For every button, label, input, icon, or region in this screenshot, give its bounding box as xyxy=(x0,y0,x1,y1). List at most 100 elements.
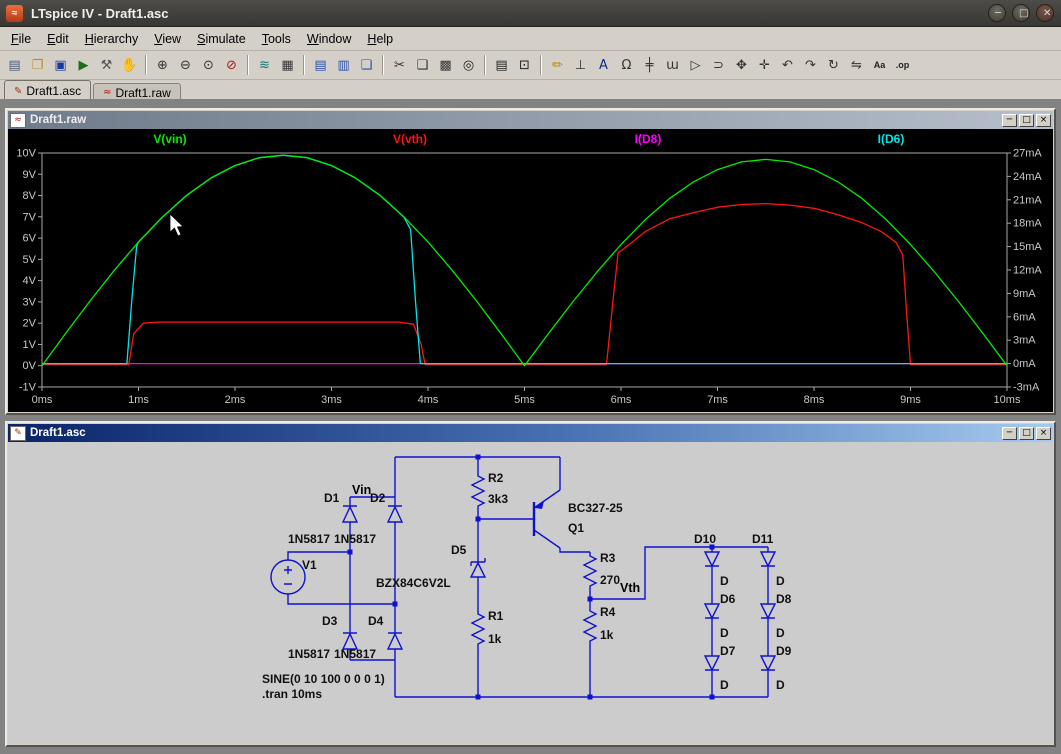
tile-vertical-icon: ▥ xyxy=(337,58,349,73)
resistor-R1[interactable] xyxy=(472,610,484,648)
x-label: 9ms xyxy=(900,394,921,406)
maximize-icon[interactable]: □ xyxy=(1019,427,1034,440)
capacitor-button[interactable]: ╪ xyxy=(638,54,661,76)
save-button[interactable]: ▣ xyxy=(49,54,72,76)
menu-hierarchy[interactable]: Hierarchy xyxy=(77,29,147,49)
resistor-R4[interactable] xyxy=(584,607,596,645)
close-icon[interactable]: × xyxy=(1036,427,1051,440)
mirror-button[interactable]: ⇋ xyxy=(845,54,868,76)
tile-horizontal-button[interactable]: ▤ xyxy=(309,54,332,76)
spice-directive-button[interactable]: .op xyxy=(891,54,914,76)
y-left-label: 0V xyxy=(23,360,37,372)
capacitor-icon: ╪ xyxy=(646,58,654,73)
print-preview-button[interactable]: ⊡ xyxy=(513,54,536,76)
menu-simulate[interactable]: Simulate xyxy=(189,29,254,49)
spectrum-button[interactable]: ≋ xyxy=(253,54,276,76)
diode-button[interactable]: ▷ xyxy=(684,54,707,76)
plot-canvas[interactable]: V(vin)V(vth)I(D8)I(D6)10V9V8V7V6V5V4V3V2… xyxy=(8,129,1053,412)
resistor-button[interactable]: Ω xyxy=(615,54,638,76)
print-preview-icon: ⊡ xyxy=(519,58,530,73)
move-button[interactable]: ✥ xyxy=(730,54,753,76)
resistor-R3[interactable] xyxy=(584,552,596,590)
component-label: D5 xyxy=(451,543,467,557)
y-left-label: 6V xyxy=(23,233,37,245)
menu-file[interactable]: File xyxy=(3,29,39,49)
inductor-button[interactable]: ɯ xyxy=(661,54,684,76)
component-label: D9 xyxy=(776,644,792,658)
close-icon[interactable]: ✕ xyxy=(1036,4,1054,22)
y-left-label: 4V xyxy=(23,275,37,287)
run-button[interactable]: ▶ xyxy=(72,54,95,76)
menu-tools[interactable]: Tools xyxy=(254,29,299,49)
component-icon: ⊃ xyxy=(713,58,724,73)
find-icon: ◎ xyxy=(463,58,474,73)
rotate-button[interactable]: ↻ xyxy=(822,54,845,76)
waveform-plot[interactable]: V(vin)V(vth)I(D8)I(D6)10V9V8V7V6V5V4V3V2… xyxy=(8,129,1053,412)
schematic-window-titlebar[interactable]: ✎ Draft1.asc ─ □ × xyxy=(8,424,1053,442)
halt-icon: ✋ xyxy=(121,58,137,73)
trace-name-label: I(D8) xyxy=(635,132,662,146)
plot-window-titlebar[interactable]: ≈ Draft1.raw ─ □ × xyxy=(8,111,1053,129)
menu-edit[interactable]: Edit xyxy=(39,29,77,49)
new-schematic-button[interactable]: ▤ xyxy=(3,54,26,76)
menu-window[interactable]: Window xyxy=(299,29,359,49)
plot-box xyxy=(42,153,1007,387)
component-label: R4 xyxy=(600,605,616,619)
schematic-editor[interactable]: V1 D1 D2 Vin 1N5817 1N5817 D3 D4 1N5817 … xyxy=(8,442,1053,744)
toolbar-separator xyxy=(382,55,384,75)
zoom-fit-button[interactable]: ⊙ xyxy=(197,54,220,76)
tab-draft1-asc[interactable]: ✎ Draft1.asc xyxy=(4,80,91,101)
component-button[interactable]: ⊃ xyxy=(707,54,730,76)
y-left-label: 8V xyxy=(23,190,37,202)
redo-button[interactable]: ↷ xyxy=(799,54,822,76)
minimize-icon[interactable]: ─ xyxy=(1002,427,1017,440)
control-panel-button[interactable]: ⚒ xyxy=(95,54,118,76)
net-label-button[interactable]: A xyxy=(592,54,615,76)
grid-button[interactable]: ▦ xyxy=(276,54,299,76)
cut-button[interactable]: ✂ xyxy=(388,54,411,76)
maximize-icon[interactable]: □ xyxy=(1019,114,1034,127)
trace-V(vin) xyxy=(42,155,1007,366)
paste-button[interactable]: ▩ xyxy=(434,54,457,76)
wire-button[interactable]: ✏ xyxy=(546,54,569,76)
menu-help[interactable]: Help xyxy=(359,29,401,49)
halt-button[interactable]: ✋ xyxy=(118,54,141,76)
component-label: D6 xyxy=(720,592,736,606)
component-label: V1 xyxy=(302,558,317,572)
copy-icon: ❑ xyxy=(417,58,429,73)
redo-icon: ↷ xyxy=(805,58,816,73)
cascade-button[interactable]: ❏ xyxy=(355,54,378,76)
find-button[interactable]: ◎ xyxy=(457,54,480,76)
zoom-area-button[interactable]: ⊕ xyxy=(151,54,174,76)
plot-window-title: Draft1.raw xyxy=(30,114,86,126)
open-button[interactable]: ❐ xyxy=(26,54,49,76)
voltage-source-V1[interactable] xyxy=(271,560,305,594)
copy-button[interactable]: ❑ xyxy=(411,54,434,76)
resistor-R2[interactable] xyxy=(472,472,484,510)
diode-D4[interactable] xyxy=(388,633,402,649)
ground-button[interactable]: ⊥ xyxy=(569,54,592,76)
tile-vertical-button[interactable]: ▥ xyxy=(332,54,355,76)
text-icon: Aa xyxy=(874,60,886,70)
toolbar-group: ≋▦ xyxy=(253,54,299,76)
text-button[interactable]: Aa xyxy=(868,54,891,76)
close-icon[interactable]: × xyxy=(1036,114,1051,127)
diode-D2[interactable] xyxy=(388,506,402,522)
window-titlebar[interactable]: ≈ LTspice IV - Draft1.asc ─ □ ✕ xyxy=(0,0,1061,27)
drag-button[interactable]: ✛ xyxy=(753,54,776,76)
diode-D1[interactable] xyxy=(343,506,357,522)
transistor-Q1[interactable] xyxy=(534,490,560,548)
minimize-icon[interactable]: ─ xyxy=(1002,114,1017,127)
schematic-canvas[interactable]: V1 D1 D2 Vin 1N5817 1N5817 D3 D4 1N5817 … xyxy=(8,442,1053,744)
y-left-label: -1V xyxy=(19,382,37,394)
menu-view[interactable]: View xyxy=(146,29,189,49)
zoom-back-button[interactable]: ⊖ xyxy=(174,54,197,76)
x-label: 0ms xyxy=(32,394,53,406)
print-button[interactable]: ▤ xyxy=(490,54,513,76)
resistor-icon: Ω xyxy=(622,58,632,73)
zoom-full-extents-button[interactable]: ⊘ xyxy=(220,54,243,76)
y-left-label: 5V xyxy=(23,254,37,266)
minimize-icon[interactable]: ─ xyxy=(988,4,1006,22)
undo-button[interactable]: ↶ xyxy=(776,54,799,76)
maximize-icon[interactable]: □ xyxy=(1012,4,1030,22)
